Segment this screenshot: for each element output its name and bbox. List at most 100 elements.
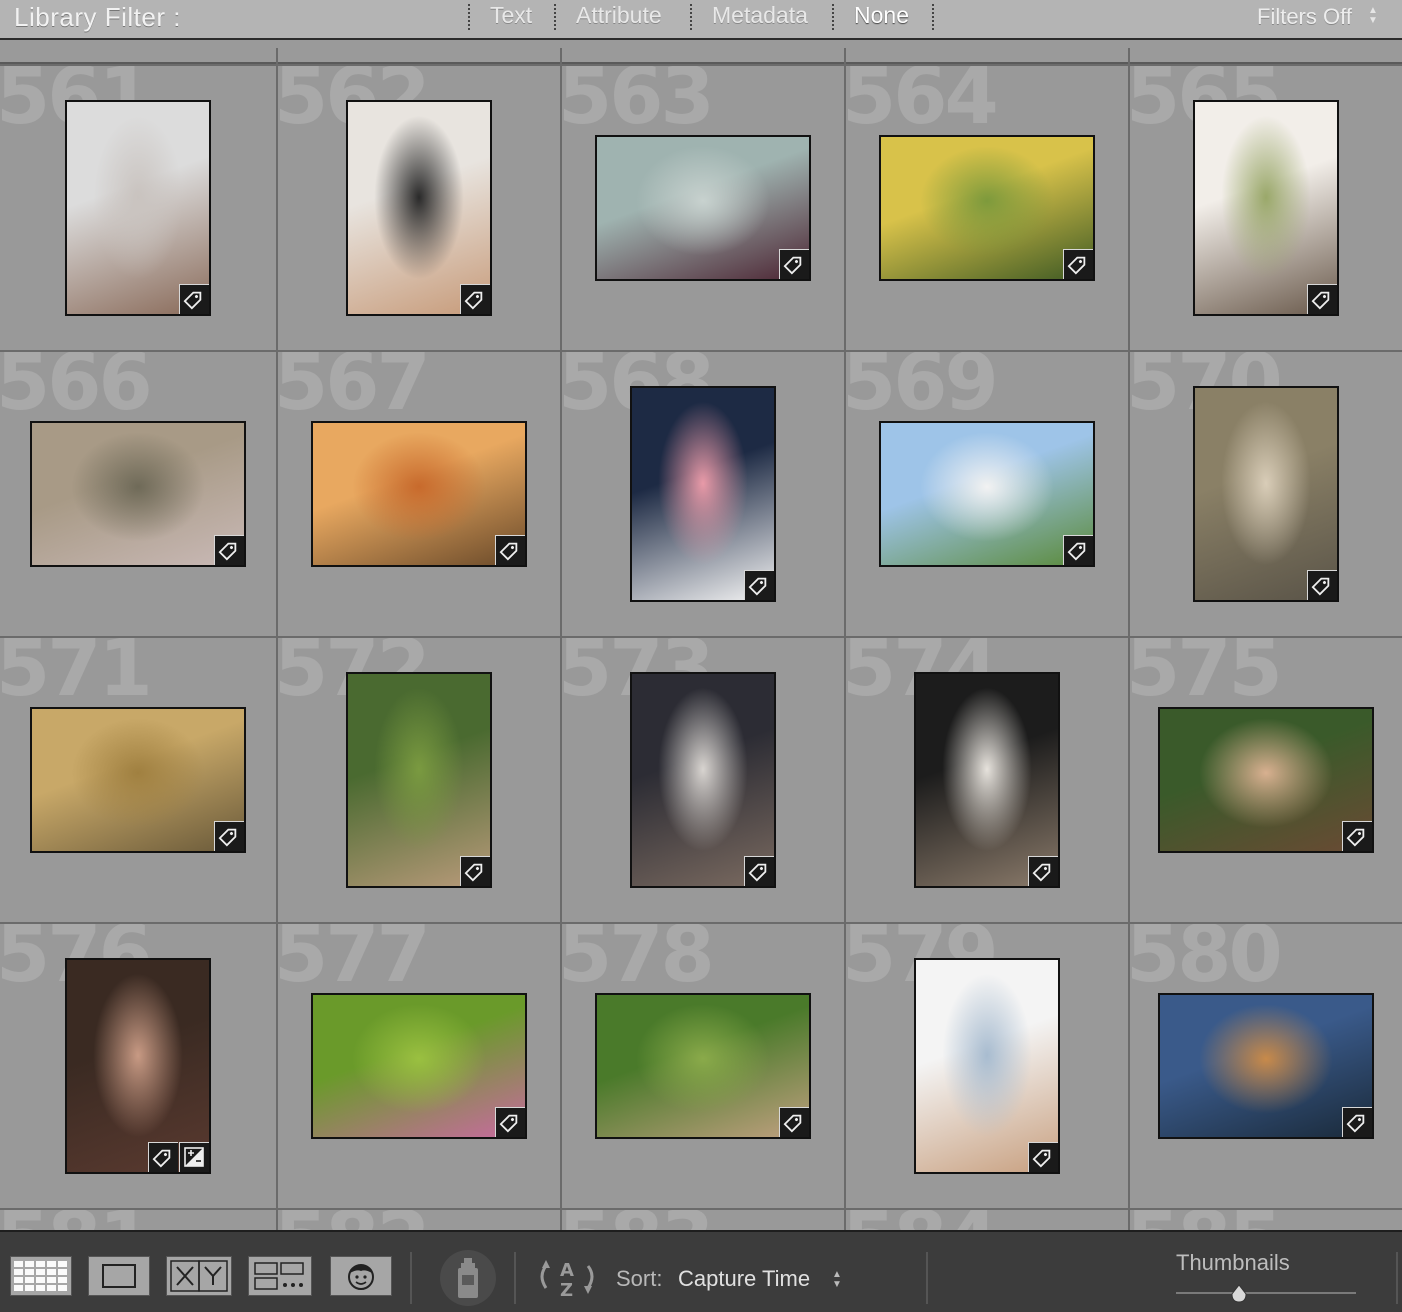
toolbar-separator — [410, 1252, 412, 1304]
survey-view-button[interactable] — [248, 1256, 312, 1296]
keyword-tag-icon[interactable] — [1342, 1107, 1372, 1137]
compare-view-icon — [170, 1260, 228, 1292]
grid-cell-partial[interactable]: 582 — [278, 1210, 560, 1230]
keyword-tag-icon[interactable] — [148, 1142, 178, 1172]
keyword-tag-icon[interactable] — [214, 535, 244, 565]
cell-index-number: 569 — [846, 352, 999, 428]
column-divider — [1128, 48, 1130, 64]
filter-tab-metadata[interactable]: Metadata — [712, 2, 808, 29]
photo-thumbnail[interactable] — [914, 958, 1060, 1174]
keyword-tag-icon[interactable] — [1063, 249, 1093, 279]
photo-thumbnail[interactable] — [879, 421, 1095, 567]
photo-thumbnail[interactable] — [879, 135, 1095, 281]
photo-thumbnail[interactable] — [1158, 707, 1374, 853]
column-divider — [844, 48, 846, 64]
painter-button[interactable] — [440, 1250, 496, 1306]
photo-thumbnail[interactable] — [65, 100, 211, 316]
keyword-tag-icon[interactable] — [495, 1107, 525, 1137]
grid-view-button[interactable] — [10, 1256, 72, 1296]
grid-cell[interactable]: 566 — [0, 352, 276, 636]
keyword-tag-icon[interactable] — [1028, 856, 1058, 886]
photo-thumbnail[interactable] — [30, 421, 246, 567]
keyword-tag-icon[interactable] — [1342, 821, 1372, 851]
grid-cell[interactable]: 577 — [278, 924, 560, 1208]
grid-cell[interactable]: 572 — [278, 638, 560, 922]
cell-index-number: 583 — [562, 1210, 715, 1230]
slider-handle-icon[interactable] — [1229, 1284, 1249, 1304]
grid-cell[interactable]: 576 — [0, 924, 276, 1208]
keyword-tag-icon[interactable] — [1307, 570, 1337, 600]
grid-cell-partial[interactable]: 581 — [0, 1210, 276, 1230]
grid-cell[interactable]: 573 — [562, 638, 844, 922]
grid-cell[interactable]: 571 — [0, 638, 276, 922]
photo-thumbnail[interactable] — [311, 993, 527, 1139]
grid-cell[interactable]: 568 — [562, 352, 844, 636]
grid-cell[interactable]: 579 — [846, 924, 1128, 1208]
keyword-tag-icon[interactable] — [460, 284, 490, 314]
cell-index-number: 581 — [0, 1210, 153, 1230]
filter-tab-none[interactable]: None — [854, 2, 909, 29]
grid-cell[interactable]: 569 — [846, 352, 1128, 636]
filter-tab-attribute[interactable]: Attribute — [576, 2, 662, 29]
grid-cell[interactable]: 563 — [562, 66, 844, 350]
keyword-tag-icon[interactable] — [1307, 284, 1337, 314]
develop-adjust-icon[interactable] — [179, 1142, 209, 1172]
grid-cell[interactable]: 578 — [562, 924, 844, 1208]
grid-cell[interactable]: 574 — [846, 638, 1128, 922]
photo-thumbnail[interactable] — [595, 993, 811, 1139]
cell-index-number: 566 — [0, 352, 153, 428]
photo-thumbnail[interactable] — [1193, 386, 1339, 602]
keyword-tag-icon[interactable] — [495, 535, 525, 565]
grid-cell[interactable]: 564 — [846, 66, 1128, 350]
keyword-tag-icon[interactable] — [1028, 1142, 1058, 1172]
survey-view-icon — [254, 1262, 304, 1290]
photo-thumbnail[interactable] — [346, 672, 492, 888]
keyword-tag-icon[interactable] — [744, 570, 774, 600]
toolbar-separator — [514, 1252, 516, 1304]
grid-cell-partial[interactable]: 585 — [1130, 1210, 1402, 1230]
grid-cell[interactable]: 567 — [278, 352, 560, 636]
photo-thumbnail[interactable] — [311, 421, 527, 567]
keyword-tag-icon[interactable] — [460, 856, 490, 886]
filters-off-dropdown[interactable]: Filters Off — [1257, 4, 1352, 30]
thumbnail-grid[interactable]: 5615625635645655665675685695705715725735… — [0, 64, 1402, 1230]
people-view-button[interactable] — [330, 1256, 392, 1296]
grid-cell-partial[interactable]: 584 — [846, 1210, 1128, 1230]
thumbnail-size-slider[interactable] — [1176, 1284, 1356, 1303]
cell-index-number: 571 — [0, 638, 153, 714]
sort-direction-icon: A Z — [540, 1260, 594, 1301]
keyword-tag-icon[interactable] — [179, 284, 209, 314]
filter-separator — [468, 4, 470, 30]
grid-cell[interactable]: 570 — [1130, 352, 1402, 636]
keyword-tag-icon[interactable] — [779, 1107, 809, 1137]
cell-index-number: 580 — [1130, 924, 1283, 1000]
sort-dropdown[interactable]: Capture Time — [678, 1266, 810, 1292]
grid-cell[interactable]: 580 — [1130, 924, 1402, 1208]
grid-cell[interactable]: 562 — [278, 66, 560, 350]
photo-thumbnail[interactable] — [1158, 993, 1374, 1139]
photo-thumbnail[interactable] — [595, 135, 811, 281]
keyword-tag-icon[interactable] — [214, 821, 244, 851]
photo-thumbnail[interactable] — [30, 707, 246, 853]
keyword-tag-icon[interactable] — [1063, 535, 1093, 565]
filter-tab-text[interactable]: Text — [490, 2, 532, 29]
photo-thumbnail[interactable] — [630, 672, 776, 888]
toolbar-separator — [1396, 1252, 1398, 1304]
grid-cell[interactable]: 561 — [0, 66, 276, 350]
grid-header-strip — [0, 40, 1402, 64]
photo-thumbnail[interactable] — [1193, 100, 1339, 316]
sort-direction-button[interactable]: A Z — [534, 1254, 600, 1301]
grid-cell[interactable]: 565 — [1130, 66, 1402, 350]
compare-view-button[interactable] — [166, 1256, 232, 1296]
loupe-view-button[interactable] — [88, 1256, 150, 1296]
grid-cell-partial[interactable]: 583 — [562, 1210, 844, 1230]
keyword-tag-icon[interactable] — [779, 249, 809, 279]
photo-thumbnail[interactable] — [65, 958, 211, 1174]
photo-thumbnail[interactable] — [914, 672, 1060, 888]
keyword-tag-icon[interactable] — [744, 856, 774, 886]
photo-thumbnail[interactable] — [346, 100, 492, 316]
grid-cell[interactable]: 575 — [1130, 638, 1402, 922]
spray-can-icon — [458, 1258, 478, 1298]
photo-thumbnail[interactable] — [630, 386, 776, 602]
dropdown-arrows-icon: ▲ ▼ — [1368, 5, 1378, 26]
